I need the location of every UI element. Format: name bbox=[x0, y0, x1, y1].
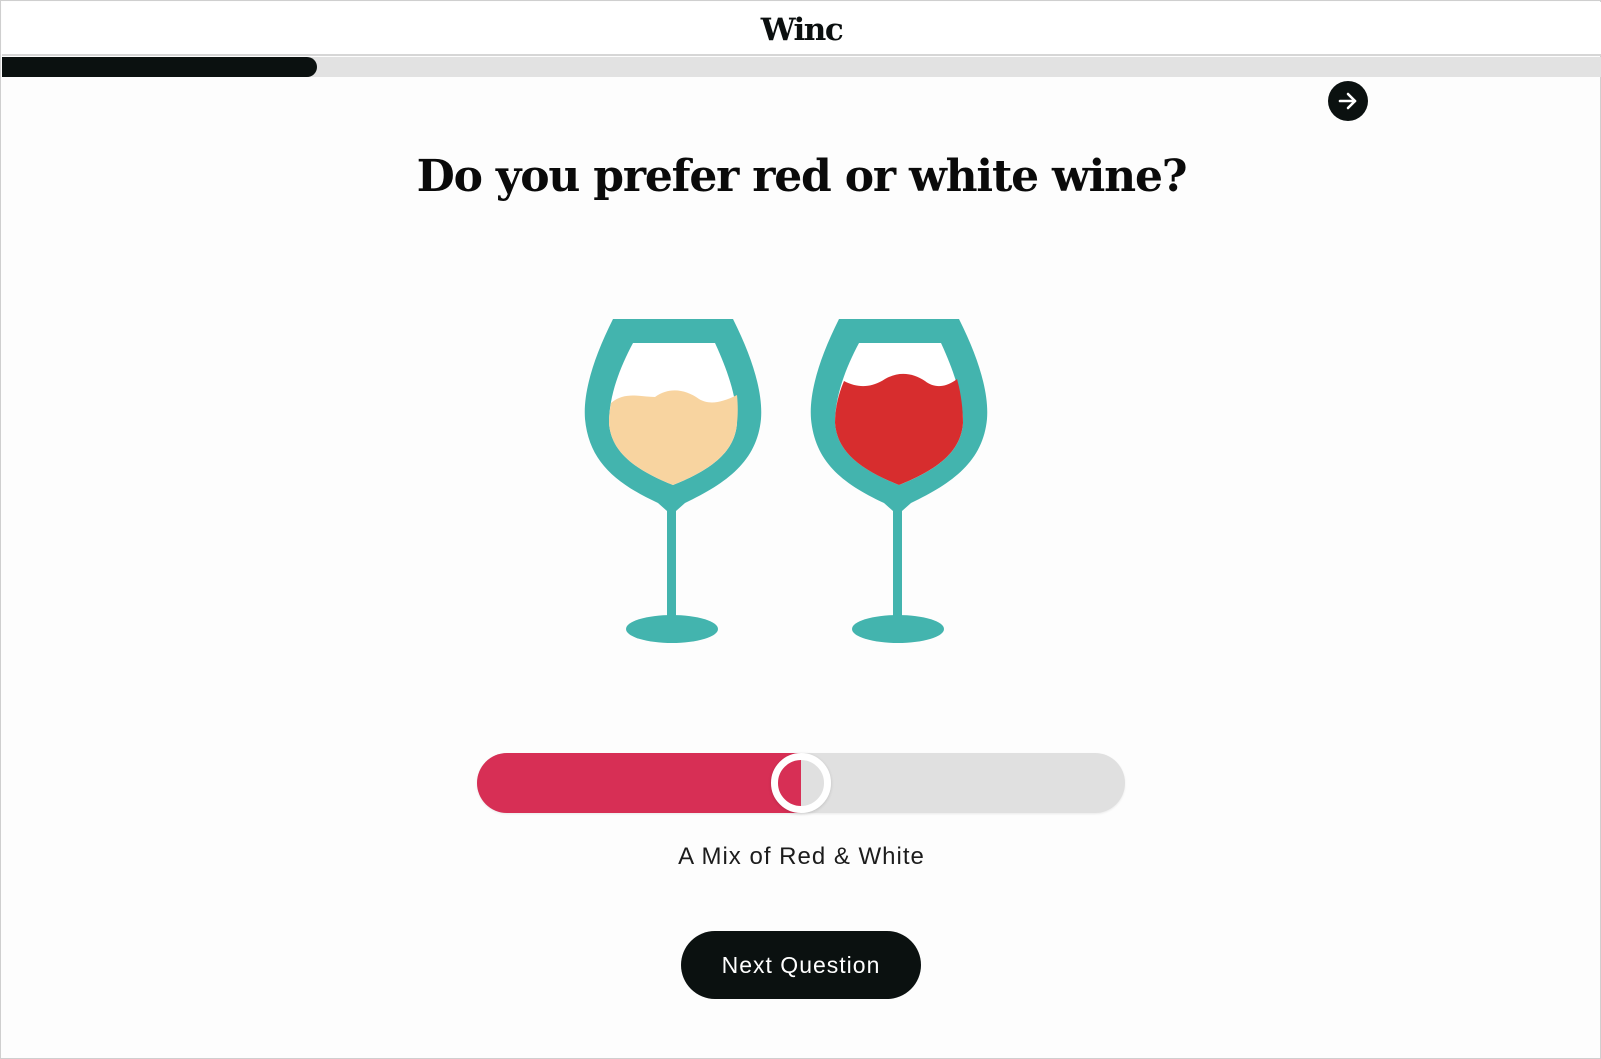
next-question-button[interactable]: Next Question bbox=[681, 931, 921, 999]
slider-fill bbox=[477, 753, 801, 813]
quiz-progress-fill bbox=[2, 57, 317, 77]
skip-question-button[interactable] bbox=[1328, 81, 1368, 121]
white-wine-glass-icon bbox=[584, 319, 762, 643]
quiz-page: Winc Do you prefer red or white wine? A … bbox=[0, 0, 1601, 1059]
winc-logo[interactable]: Winc bbox=[761, 12, 844, 48]
wine-glasses-icon bbox=[584, 319, 988, 643]
site-header: Winc bbox=[2, 2, 1601, 56]
arrow-right-icon bbox=[1338, 92, 1357, 110]
wine-preference-slider[interactable] bbox=[477, 753, 1125, 813]
red-wine-glass-icon bbox=[810, 319, 988, 643]
slider-thumb[interactable] bbox=[771, 753, 831, 813]
slider-value-label: A Mix of Red & White bbox=[678, 843, 925, 870]
question-title: Do you prefer red or white wine? bbox=[416, 151, 1188, 202]
quiz-progress-bar bbox=[2, 57, 1601, 77]
